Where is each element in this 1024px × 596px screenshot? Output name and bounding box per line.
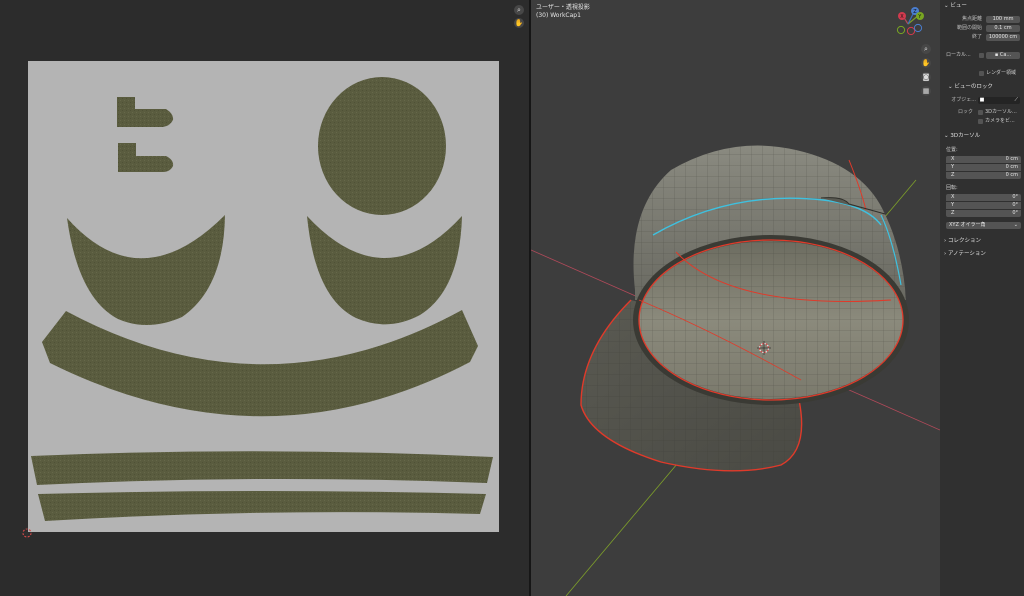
collection-section-title: コレクション — [947, 238, 981, 244]
clip-start-field[interactable]: 0.1 cm — [986, 25, 1020, 32]
clip-end-label: 終了 — [971, 34, 982, 40]
view-lock-section-title: ビューのロック — [954, 84, 993, 90]
properties-sidebar[interactable]: ⌄ ビュー 焦点距離 100 mm 範囲の開始 0.1 cm 終了 100000… — [940, 0, 1024, 596]
viewport-object-name: (30) WorkCap1 — [536, 12, 581, 19]
viewport-grid-icon[interactable]: ▦ — [921, 86, 931, 96]
location-y-field[interactable]: Y 0 cm — [946, 164, 1021, 171]
clip-end-field[interactable]: 100000 cm — [986, 34, 1020, 41]
navigation-gizmo[interactable]: X Z Y — [896, 7, 924, 36]
lock-3d-cursor-label: 3Dカーソル... — [985, 109, 1017, 115]
viewport-canvas[interactable]: X Z Y — [531, 0, 940, 596]
rotation-label: 回転: — [946, 185, 958, 191]
lock-object-field[interactable]: ■ ⟋ — [978, 97, 1020, 104]
uv-hand-icon[interactable]: ✋ — [514, 18, 524, 28]
viewport-camera-icon[interactable]: ◙ — [921, 72, 931, 82]
viewport-hand-icon[interactable]: ✋ — [921, 58, 931, 68]
local-camera-checkbox[interactable] — [979, 53, 984, 58]
gizmo-neg-z[interactable] — [913, 23, 923, 33]
gizmo-neg-x[interactable] — [906, 26, 916, 36]
rotation-x-field[interactable]: X 0° — [946, 194, 1021, 201]
collection-section-header[interactable]: › コレクション — [944, 237, 1022, 246]
focal-length-field[interactable]: 100 mm — [986, 16, 1020, 23]
location-y-value: 0 cm — [1005, 164, 1018, 170]
cap-opening[interactable] — [633, 235, 909, 405]
local-camera-value: Ca... — [999, 52, 1012, 58]
square-icon: ■ — [978, 97, 985, 103]
location-x-field[interactable]: X 0 cm — [946, 156, 1021, 163]
rotation-mode-value: XYZ オイラー角 — [949, 222, 986, 228]
view-section-title: ビュー — [950, 3, 967, 9]
render-region-checkbox[interactable] — [979, 71, 984, 76]
location-label: 位置: — [946, 147, 958, 153]
lock-camera-to-view-checkbox[interactable] — [978, 119, 983, 124]
uv-editor[interactable]: ⌕ ✋ — [0, 0, 529, 596]
3d-cursor-section-header[interactable]: ⌄ 3Dカーソル — [944, 132, 1022, 141]
local-camera-field[interactable]: ▪ Ca... — [986, 52, 1020, 59]
focal-length-label: 焦点距離 — [961, 16, 982, 22]
rotation-z-value: 0° — [1012, 210, 1018, 216]
axis-label: Z — [951, 210, 955, 216]
rotation-y-field[interactable]: Y 0° — [946, 202, 1021, 209]
gizmo-neg-y[interactable] — [896, 25, 906, 35]
lock-3d-cursor-checkbox[interactable] — [978, 110, 983, 115]
view-section-header[interactable]: ⌄ ビュー — [944, 2, 1022, 11]
eyedropper-icon[interactable]: ⟋ — [1014, 97, 1018, 104]
gizmo-x-label: X — [900, 14, 904, 20]
uv-canvas[interactable] — [0, 0, 529, 596]
axis-label: Y — [951, 202, 955, 208]
axis-label: X — [951, 194, 955, 200]
axis-label: X — [951, 156, 955, 162]
annotation-section-title: アノテーション — [947, 251, 986, 257]
chevron-down-icon: ⌄ — [1013, 222, 1018, 228]
3d-viewport[interactable]: X Z Y ユーザー・透視投影 (30) WorkCap1 ⌕ ✋ ◙ ▦ — [531, 0, 940, 596]
clip-start-label: 範囲の開始 — [956, 25, 982, 31]
rotation-mode-dropdown[interactable]: XYZ オイラー角 ⌄ — [946, 222, 1021, 229]
render-region-label: レンダー領域 — [986, 70, 1017, 76]
lock-object-label: オブジェ... — [951, 97, 976, 103]
location-x-value: 0 cm — [1005, 156, 1018, 162]
location-z-value: 0 cm — [1005, 172, 1018, 178]
viewport-view-name: ユーザー・透視投影 — [536, 4, 590, 11]
gizmo-z-label: Z — [913, 9, 917, 15]
local-camera-label: ローカル... — [946, 52, 971, 58]
uv-zoom-icon[interactable]: ⌕ — [514, 5, 524, 15]
annotation-section-header[interactable]: › アノテーション — [944, 250, 1022, 259]
viewport-zoom-icon[interactable]: ⌕ — [921, 44, 931, 54]
lock-label: ロック — [957, 109, 973, 115]
rotation-y-value: 0° — [1012, 202, 1018, 208]
axis-label: Y — [951, 164, 955, 170]
rotation-x-value: 0° — [1012, 194, 1018, 200]
location-z-field[interactable]: Z 0 cm — [946, 172, 1021, 179]
uv-island-crown[interactable] — [318, 77, 446, 215]
3d-cursor-section-title: 3Dカーソル — [950, 133, 981, 139]
rotation-z-field[interactable]: Z 0° — [946, 210, 1021, 217]
lock-camera-to-view-label: カメラをビ... — [985, 118, 1015, 124]
view-lock-section-header[interactable]: ⌄ ビューのロック — [948, 83, 1024, 92]
axis-label: Z — [951, 172, 955, 178]
